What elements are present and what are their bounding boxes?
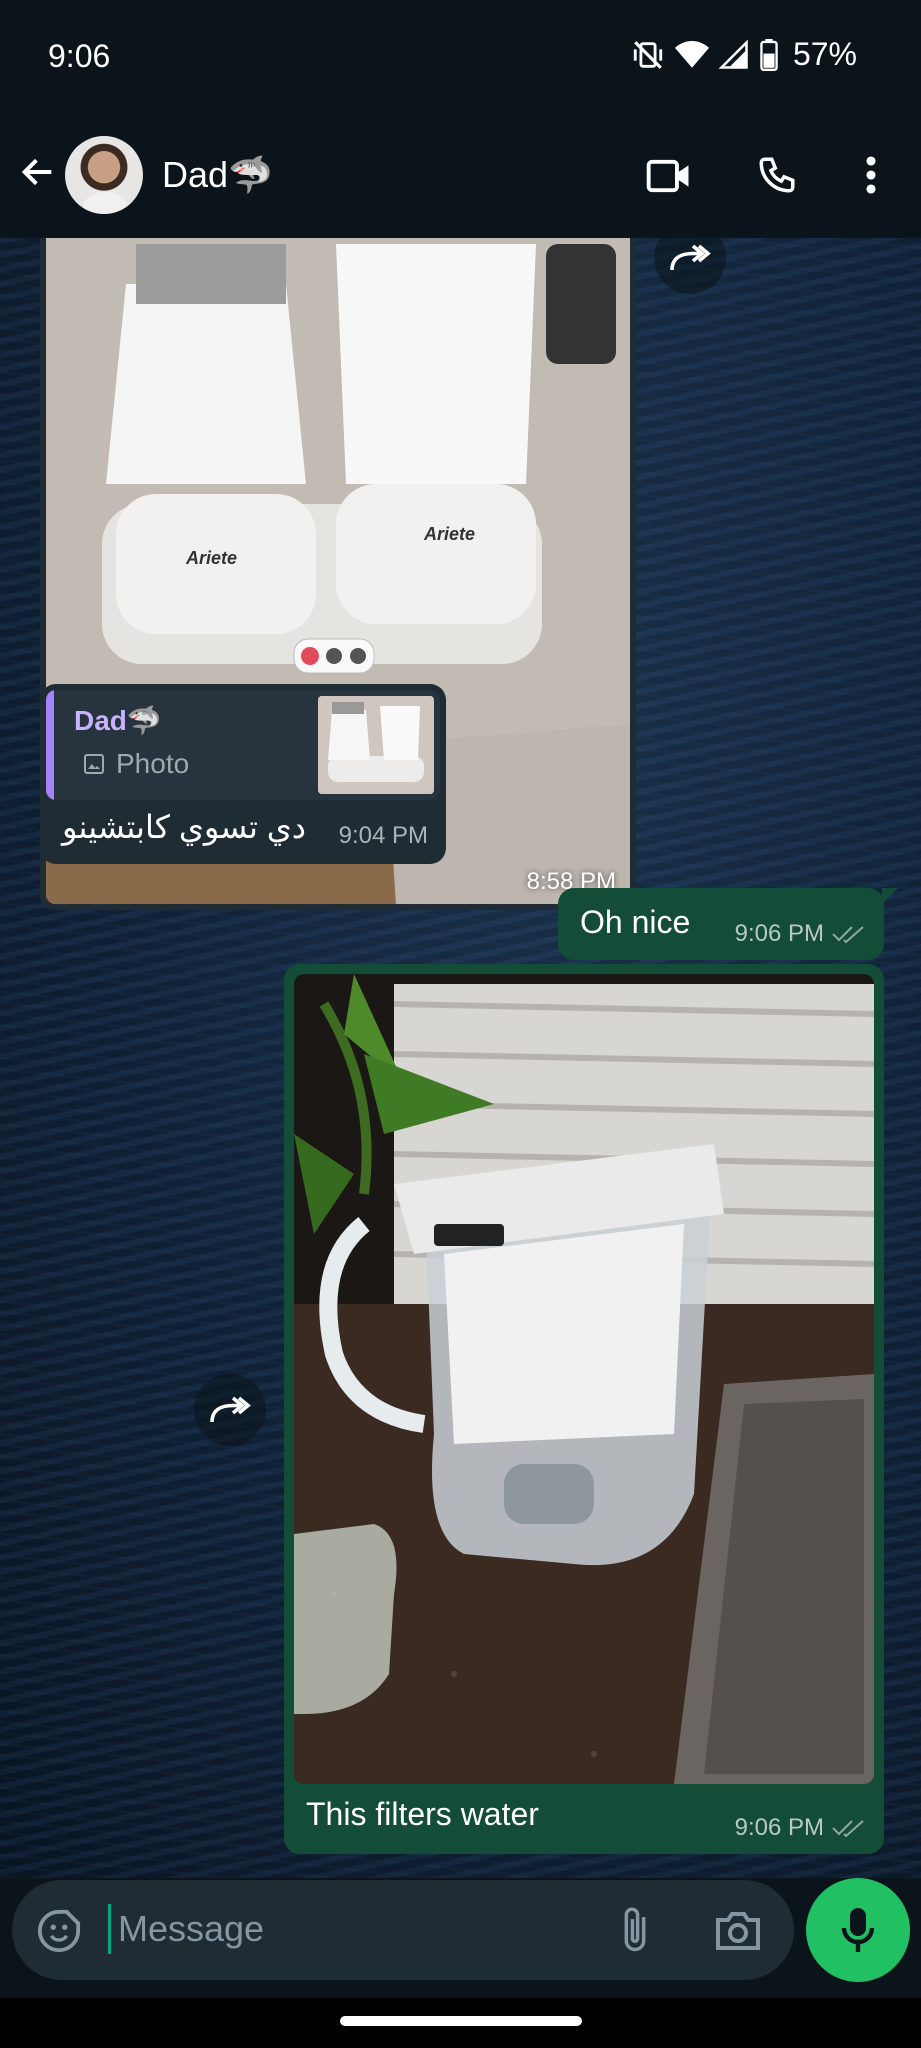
message-meta: 9:06 PM <box>735 920 864 948</box>
camera-icon[interactable] <box>714 1908 762 1952</box>
voice-record-button[interactable] <box>806 1878 910 1982</box>
more-options-icon[interactable] <box>862 154 880 196</box>
chat-area[interactable]: Ariete Ariete 8:58 PM Dad🦈 Photo دي تسوي… <box>0 238 921 1878</box>
quoted-sender: Dad🦈 <box>74 705 162 736</box>
back-arrow-icon[interactable] <box>18 152 58 192</box>
message-composer-bar: Message <box>0 1878 921 1998</box>
message-input-container[interactable]: Message <box>12 1880 794 1980</box>
text-cursor <box>108 1904 111 1954</box>
contact-name[interactable]: Dad🦈 <box>162 154 273 196</box>
phone-call-icon[interactable] <box>756 154 798 196</box>
bubble-tail <box>882 888 898 904</box>
incoming-reply-bubble[interactable]: Dad🦈 Photo دي تسوي كابتشينو 9:04 PM <box>40 684 446 864</box>
outgoing-timestamp: 9:06 PM <box>734 920 824 947</box>
reply-message-text: دي تسوي كابتشينو <box>62 809 307 845</box>
outgoing-message-text: Oh nice <box>580 904 691 940</box>
outgoing-text-bubble[interactable]: Oh nice 9:06 PM <box>558 888 898 960</box>
vibrate-off-icon <box>633 40 663 69</box>
microphone-icon <box>841 1908 875 1952</box>
brand-label-right: Ariete <box>423 524 475 544</box>
battery-percent: 57% <box>792 36 857 72</box>
sticker-icon[interactable] <box>36 1908 82 1954</box>
chat-header: Dad🦈 <box>0 112 921 238</box>
photo-icon <box>84 754 104 774</box>
outgoing-photo-bubble[interactable]: This filters water 9:06 PM <box>284 964 884 1854</box>
quote-accent-bar <box>46 690 54 800</box>
reply-timestamp: 9:04 PM <box>338 822 428 849</box>
quoted-type: Photo <box>82 748 189 780</box>
message-meta: 9:06 PM <box>735 1814 864 1842</box>
home-gesture-bar[interactable] <box>340 2016 582 2026</box>
outgoing-photo-timestamp: 9:06 PM <box>734 1814 824 1841</box>
quoted-type-label: Photo <box>116 748 190 779</box>
forward-button[interactable] <box>654 238 726 294</box>
quoted-thumbnail <box>318 696 434 794</box>
status-icons: 57% <box>631 36 857 73</box>
video-call-icon[interactable] <box>646 156 692 196</box>
water-pitcher-photo[interactable] <box>294 974 874 1784</box>
status-bar: 9:06 57% <box>0 0 921 112</box>
forward-icon <box>210 1396 251 1423</box>
photo-caption: This filters water <box>306 1796 539 1832</box>
attach-icon[interactable] <box>618 1904 652 1956</box>
forward-icon <box>670 244 711 271</box>
wifi-icon <box>674 40 709 68</box>
quoted-message[interactable]: Dad🦈 Photo <box>46 690 440 800</box>
battery-icon <box>760 38 778 71</box>
brand-label-left: Ariete <box>185 548 237 568</box>
message-input[interactable]: Message <box>118 1908 264 1950</box>
read-check-icon <box>832 926 864 944</box>
status-time: 9:06 <box>48 38 111 74</box>
read-check-icon <box>832 1820 864 1838</box>
signal-icon <box>718 39 748 69</box>
system-nav-bar <box>0 1998 921 2048</box>
contact-avatar[interactable] <box>65 136 143 214</box>
forward-button[interactable] <box>194 1374 266 1446</box>
